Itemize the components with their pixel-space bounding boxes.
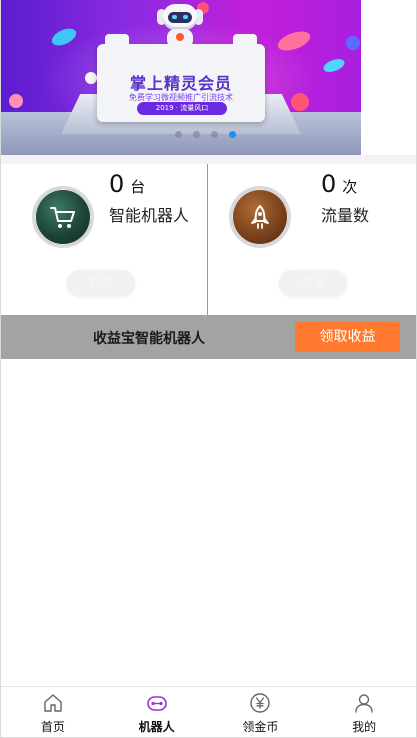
yen-coin-icon bbox=[250, 693, 271, 713]
robot-count-label: 智能机器人 bbox=[109, 206, 190, 225]
traffic-stat-card: 0次 流量数 充值 bbox=[213, 164, 417, 315]
shopping-cart-icon[interactable] bbox=[32, 186, 94, 248]
banner-title: 掌上精灵会员 bbox=[129, 74, 232, 93]
tab-robot[interactable]: 机器人 bbox=[105, 687, 209, 737]
traffic-count-label: 流量数 bbox=[321, 206, 370, 225]
traffic-count-unit: 次 bbox=[342, 178, 358, 196]
robot-count-unit: 台 bbox=[130, 178, 146, 196]
tab-home[interactable]: 首页 bbox=[1, 687, 105, 737]
promo-banner[interactable]: 掌上精灵会员 免费学习微视频推广引流技术 2019 · 流量风口 bbox=[1, 0, 361, 155]
carousel-dot[interactable] bbox=[211, 131, 218, 138]
tab-label: 首页 bbox=[40, 720, 65, 734]
carousel-dot-active[interactable] bbox=[229, 131, 236, 138]
earnings-bar: 收益宝智能机器人 领取收益 bbox=[1, 315, 416, 359]
recharge-traffic-button[interactable]: 充值 bbox=[279, 270, 347, 296]
tab-label: 机器人 bbox=[138, 720, 175, 734]
carousel-dot[interactable] bbox=[193, 131, 200, 138]
banner-board: 掌上精灵会员 免费学习微视频推广引流技术 2019 · 流量风口 bbox=[97, 34, 265, 122]
tab-label: 领金币 bbox=[242, 720, 279, 734]
robot-stat-card: 0台 智能机器人 购买 bbox=[1, 164, 208, 315]
earnings-title: 收益宝智能机器人 bbox=[93, 331, 205, 347]
carousel-indicators bbox=[175, 131, 236, 138]
banner-decoration bbox=[321, 56, 347, 75]
banner-decoration bbox=[291, 93, 309, 111]
rocket-icon[interactable] bbox=[229, 186, 291, 248]
stats-panel: 0台 智能机器人 购买 0次 流量数 充值 bbox=[1, 164, 416, 315]
traffic-count: 0次 bbox=[321, 170, 358, 198]
tab-label: 我的 bbox=[352, 720, 377, 734]
board-ear bbox=[105, 34, 129, 48]
claim-earnings-button[interactable]: 领取收益 bbox=[295, 322, 400, 352]
buy-robot-button[interactable]: 购买 bbox=[67, 270, 135, 296]
banner-decoration bbox=[346, 36, 360, 50]
robot-mascot-icon bbox=[157, 4, 203, 48]
home-icon bbox=[44, 694, 62, 712]
user-icon bbox=[355, 694, 373, 713]
banner-pill: 2019 · 流量风口 bbox=[137, 102, 227, 115]
section-divider bbox=[1, 155, 416, 164]
bottom-tab-bar: 首页 机器人 领金币 我的 bbox=[1, 686, 416, 737]
robot-count: 0台 bbox=[109, 170, 146, 198]
robot-icon bbox=[146, 696, 167, 711]
tab-profile[interactable]: 我的 bbox=[312, 687, 416, 737]
banner-decoration bbox=[9, 94, 23, 108]
carousel-dot[interactable] bbox=[175, 131, 182, 138]
tab-coins[interactable]: 领金币 bbox=[209, 687, 313, 737]
board-ear bbox=[233, 34, 257, 48]
banner-decoration bbox=[85, 72, 97, 84]
